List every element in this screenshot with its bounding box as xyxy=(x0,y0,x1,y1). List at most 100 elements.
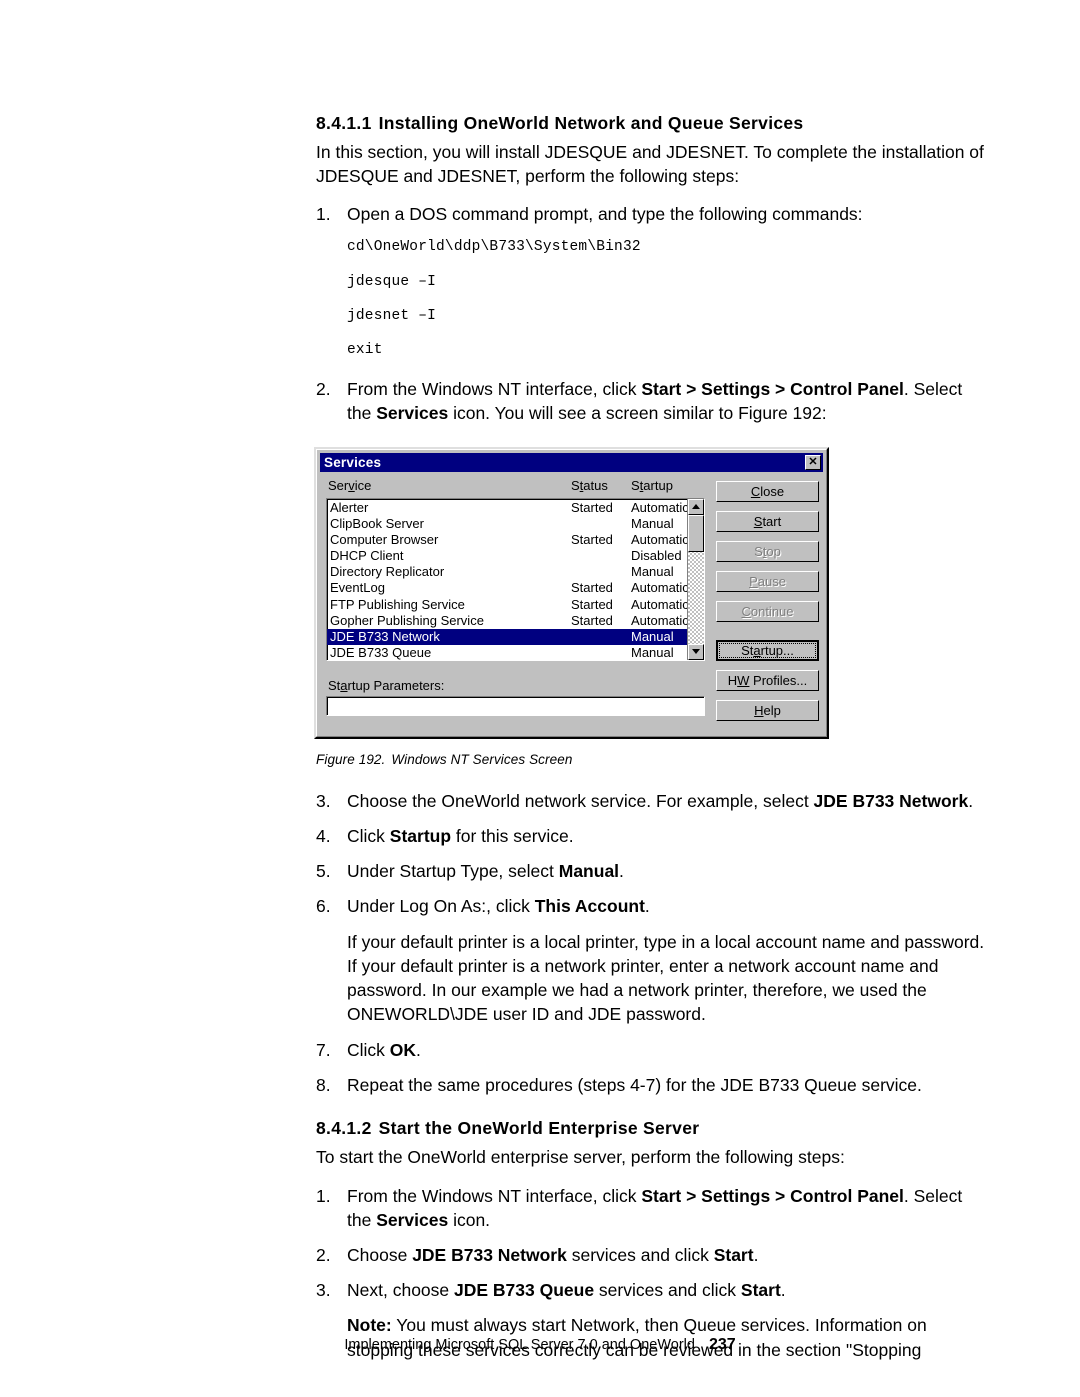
heading-title: Start the OneWorld Enterprise Server xyxy=(378,1118,700,1139)
service-row[interactable]: ClipBook Server Manual xyxy=(327,516,687,532)
service-row[interactable]: Alerter Started Automatic xyxy=(327,499,689,516)
step-text: Choose JDE B733 Network services and cli… xyxy=(347,1243,988,1267)
service-row-status xyxy=(571,645,631,661)
service-row-startup: Automatic xyxy=(631,499,689,515)
startup-parameters-label: Startup Parameters: xyxy=(328,678,705,693)
service-row-name: EventLog xyxy=(330,580,385,596)
col-label-part: ice xyxy=(354,477,372,493)
step-1-5: 5. Under Startup Type, select Manual. xyxy=(316,859,988,883)
step-text: From the Windows NT interface, click Sta… xyxy=(347,377,988,425)
service-row[interactable]: Directory Replicator Manual xyxy=(327,564,687,580)
scrollbar-thumb[interactable] xyxy=(688,514,704,552)
step-text: Click OK. xyxy=(347,1038,988,1062)
step-text-part: . xyxy=(644,896,650,917)
step-text-part: . xyxy=(780,1280,786,1301)
services-start-button[interactable]: Start xyxy=(716,510,819,532)
step-text: Next, choose JDE B733 Queue services and… xyxy=(347,1278,988,1302)
section-heading-8-4-1-1: 8.4.1.1 Installing OneWorld Network and Q… xyxy=(316,112,988,135)
label-accel: a xyxy=(340,677,348,693)
scrollbar-track[interactable] xyxy=(688,514,704,644)
step-2-3: 3. Next, choose JDE B733 Queue services … xyxy=(316,1278,988,1302)
step-text-part: From the Windows NT interface, click xyxy=(347,378,642,399)
services-close-button[interactable]: Close xyxy=(716,480,819,502)
command-line-2: jdesque –I xyxy=(347,273,437,290)
service-row-startup: Manual xyxy=(631,516,674,532)
service-row-name: JDE B733 Network xyxy=(330,628,440,644)
services-listbox[interactable]: Alerter Started Automatic ClipBook Server Ma… xyxy=(326,497,705,661)
button-label: Help xyxy=(754,702,781,718)
service-row-name: Directory Replicator xyxy=(330,564,445,580)
button-label: HW Profiles... xyxy=(727,672,808,688)
step-text-bold: Start xyxy=(713,1245,754,1266)
service-row[interactable]: JDE B733 Network Manual xyxy=(327,628,687,645)
services-list-pane: Service Status Startup Alerter Started Aut… xyxy=(326,478,705,730)
services-hw-profiles-button[interactable]: HW Profiles... xyxy=(716,669,819,691)
service-row-startup: Manual xyxy=(631,644,674,660)
step-text-bold: OK xyxy=(389,1040,417,1061)
service-row-status: Started xyxy=(571,596,613,612)
col-label-part: S xyxy=(631,477,640,493)
services-startup-button[interactable]: Startup... xyxy=(716,639,819,661)
column-header-startup[interactable]: Startup xyxy=(631,478,705,495)
step-text-part: . xyxy=(968,790,974,811)
service-row-status: Started xyxy=(571,532,613,548)
section-1-intro: In this section, you will install JDESQU… xyxy=(316,142,984,186)
command-line-1: cd\OneWorld\ddp\B733\System\Bin32 xyxy=(347,239,641,256)
services-column-headers: Service Status Startup xyxy=(326,478,705,498)
step-text: Click Startup for this service. xyxy=(347,824,988,848)
document-page: 8.4.1.1 Installing OneWorld Network and Q… xyxy=(0,0,1080,1397)
service-row-name: Gopher Publishing Service xyxy=(330,612,484,628)
service-row-name: ClipBook Server xyxy=(330,516,424,532)
column-header-status[interactable]: Status xyxy=(571,478,631,495)
focus-ring: Startup... xyxy=(719,642,816,658)
step-text-part: for this service. xyxy=(451,826,574,847)
service-row-status xyxy=(571,548,631,564)
step-1-4: 4. Click Startup for this service. xyxy=(316,824,988,848)
services-dialog-window: Services ✕ Service Status Startup Alerte xyxy=(314,446,829,739)
services-continue-button: Continue xyxy=(716,600,819,622)
scroll-up-icon[interactable] xyxy=(688,498,704,515)
step-text-bold: JDE B733 Queue xyxy=(454,1280,595,1301)
step-marker: 2. xyxy=(316,378,331,399)
scroll-down-icon[interactable] xyxy=(688,643,704,660)
button-label: Stop xyxy=(754,543,781,559)
service-row-name: Computer Browser xyxy=(330,532,439,548)
page-number: 237 xyxy=(708,1336,736,1353)
step-text-part: services and click xyxy=(594,1280,741,1301)
step-1-2: 2. From the Windows NT interface, click … xyxy=(316,377,988,425)
step-text-part: Choose xyxy=(347,1245,413,1266)
service-row[interactable]: Computer Browser Started Automatic xyxy=(327,532,689,548)
service-row-startup: Manual xyxy=(631,628,674,644)
col-label-part: S xyxy=(571,477,580,493)
services-list-scrollbar[interactable] xyxy=(687,498,704,660)
close-icon[interactable]: ✕ xyxy=(805,454,821,470)
startup-parameters-input[interactable] xyxy=(326,695,705,716)
step-text: From the Windows NT interface, click Sta… xyxy=(347,1184,988,1232)
label-part: St xyxy=(328,677,341,693)
column-header-service[interactable]: Service xyxy=(328,478,571,495)
services-rows-container: Alerter Started Automatic ClipBook Server Ma… xyxy=(327,499,689,661)
service-row[interactable]: EventLog Started Automatic xyxy=(327,580,689,596)
step-marker: 1. xyxy=(316,1185,331,1206)
step-1-1: 1. Open a DOS command prompt, and type t… xyxy=(316,202,988,226)
services-help-button[interactable]: Help xyxy=(716,699,819,721)
step-text: Under Log On As:, click This Account. xyxy=(347,894,988,918)
page-footer: Implementing Microsoft SQL Server 7.0 an… xyxy=(0,1336,1080,1354)
step-text-bold: Manual xyxy=(558,861,620,882)
service-row-status xyxy=(571,516,631,532)
col-label-part: atus xyxy=(583,477,608,493)
heading-number: 8.4.1.1 xyxy=(316,113,372,133)
service-row-name: FTP Publishing Service xyxy=(330,596,465,612)
service-row[interactable]: JDE B733 Queue Manual xyxy=(327,645,687,661)
service-row[interactable]: DHCP Client Disabled xyxy=(327,548,687,564)
step-text-part: Click xyxy=(347,826,390,847)
step-text-part: Next, choose xyxy=(347,1280,454,1301)
service-row[interactable]: FTP Publishing Service Started Automatic xyxy=(327,596,689,613)
service-row-startup: Automatic xyxy=(631,580,689,596)
step-text-bold: This Account xyxy=(534,896,645,917)
step-text-part: From the Windows NT interface, click xyxy=(347,1185,642,1206)
step-text-bold: Start > Settings > Control Panel xyxy=(641,1185,904,1206)
service-row[interactable]: Gopher Publishing Service Started Automati… xyxy=(327,612,689,629)
heading-title: Installing OneWorld Network and Queue Se… xyxy=(378,113,804,133)
step-text-part: . xyxy=(619,861,624,882)
